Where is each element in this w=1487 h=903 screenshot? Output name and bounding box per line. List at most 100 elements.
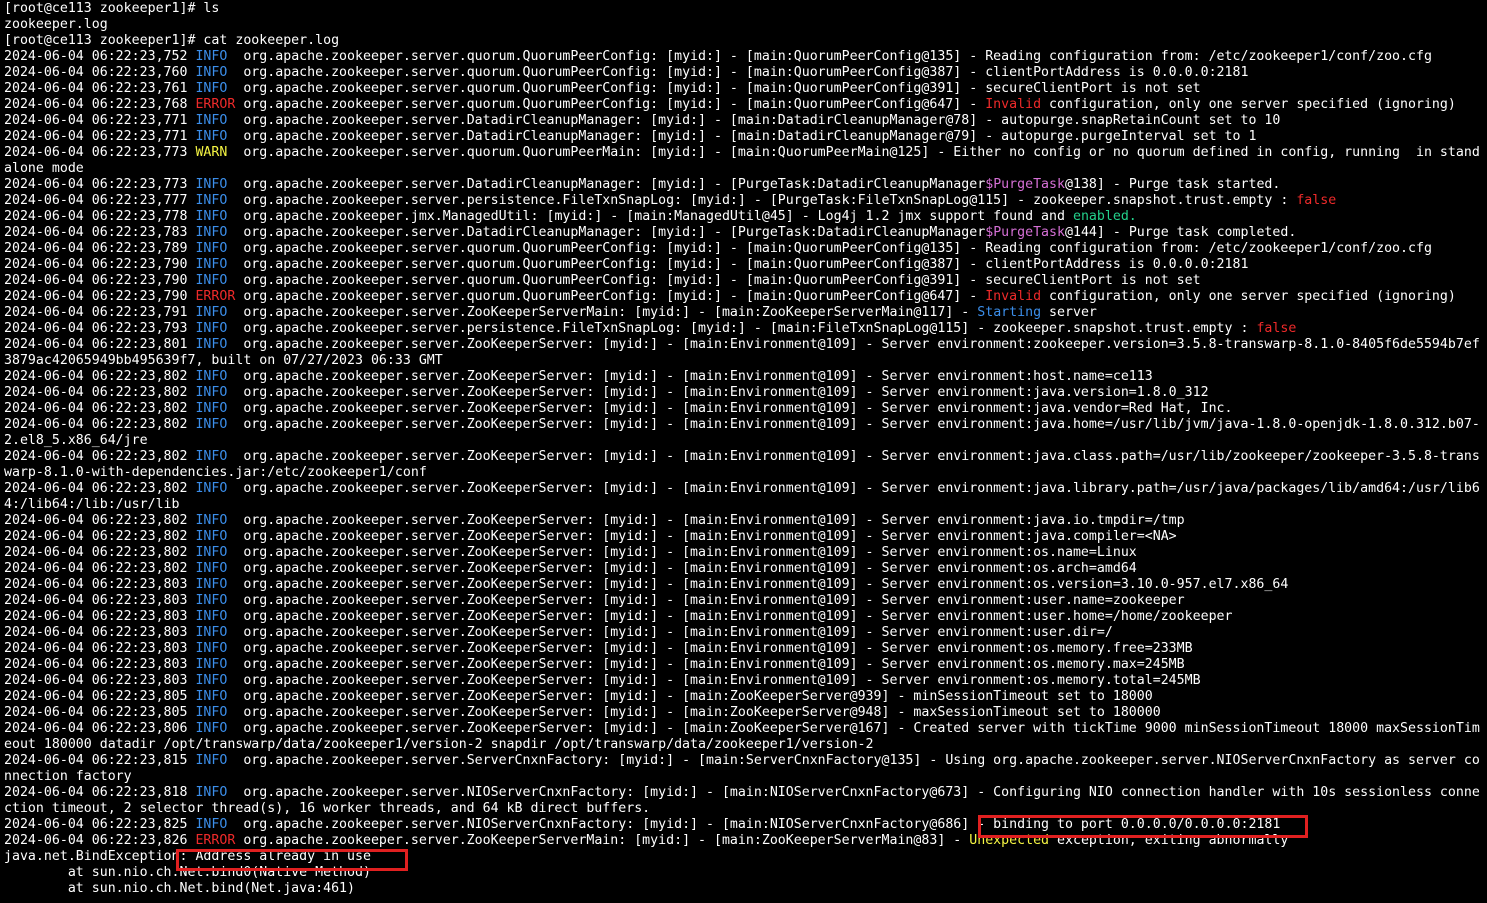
terminal-line: 2024-06-04 06:22:23,773 INFO org.apache.… <box>4 177 1485 193</box>
terminal-line: 2024-06-04 06:22:23,802 INFO org.apache.… <box>4 385 1485 401</box>
terminal-line: 2024-06-04 06:22:23,777 INFO org.apache.… <box>4 193 1485 209</box>
log-token-info: INFO <box>195 481 228 496</box>
log-text: warp-8.1.0-with-dependencies.jar:/etc/zo… <box>4 465 427 480</box>
log-token-error: ERROR <box>195 289 236 304</box>
terminal-line: 2024-06-04 06:22:23,803 INFO org.apache.… <box>4 577 1485 593</box>
log-text: 2024-06-04 06:22:23,825 <box>4 817 196 832</box>
log-text: org.apache.zookeeper.server.ZooKeeperSer… <box>227 689 1153 704</box>
log-text: 2024-06-04 06:22:23,815 <box>4 753 196 768</box>
log-text: 2024-06-04 06:22:23,802 <box>4 417 196 432</box>
terminal-line: 2024-06-04 06:22:23,803 INFO org.apache.… <box>4 641 1485 657</box>
log-token-red: Invalid <box>985 289 1042 304</box>
terminal-line: 2024-06-04 06:22:23,760 INFO org.apache.… <box>4 65 1485 81</box>
log-text: 2024-06-04 06:22:23,803 <box>4 609 196 624</box>
log-token-info: INFO <box>195 257 228 272</box>
log-text: 2024-06-04 06:22:23,777 <box>4 193 196 208</box>
log-text: [root@ce113 zookeeper1]# ls <box>4 1 220 16</box>
log-token-info: INFO <box>195 209 228 224</box>
terminal-line: 2024-06-04 06:22:23,803 INFO org.apache.… <box>4 625 1485 641</box>
log-text: 2024-06-04 06:22:23,806 <box>4 721 196 736</box>
terminal-line: 2024-06-04 06:22:23,790 INFO org.apache.… <box>4 273 1485 289</box>
terminal-line: 3879ac42065949bb495639f7, built on 07/27… <box>4 353 1485 369</box>
terminal-output[interactable]: [root@ce113 zookeeper1]# ls zookeeper.log… <box>4 1 1485 903</box>
terminal-line: eout 180000 datadir /opt/transwarp/data/… <box>4 737 1485 753</box>
log-text: org.apache.zookeeper.server.ZooKeeperSer… <box>227 401 1233 416</box>
log-text: org.apache.zookeeper.server.quorum.Quoru… <box>227 273 1201 288</box>
terminal-line: 2024-06-04 06:22:23,771 INFO org.apache.… <box>4 129 1485 145</box>
log-text: org.apache.zookeeper.server.ZooKeeperSer… <box>227 673 1201 688</box>
log-text: org.apache.zookeeper.server.quorum.Quoru… <box>227 81 1201 96</box>
log-text: 2024-06-04 06:22:23,802 <box>4 449 196 464</box>
log-token-info: INFO <box>195 417 228 432</box>
log-token-magenta: $PurgeTask <box>985 225 1065 240</box>
terminal-line: 2024-06-04 06:22:23,802 INFO org.apache.… <box>4 449 1485 465</box>
terminal-line: [root@ce113 zookeeper1]# ls <box>4 1 1485 17</box>
log-text: @144] - Purge task completed. <box>1065 225 1297 240</box>
log-token-info: INFO <box>195 129 228 144</box>
terminal-line: 2024-06-04 06:22:23,802 INFO org.apache.… <box>4 369 1485 385</box>
log-text: 2024-06-04 06:22:23,761 <box>4 81 196 96</box>
log-token-info: INFO <box>195 513 228 528</box>
log-token-info: INFO <box>195 673 228 688</box>
log-text: org.apache.zookeeper.server.ZooKeeperSer… <box>227 513 1185 528</box>
terminal-line: 2024-06-04 06:22:23,790 ERROR org.apache… <box>4 289 1485 305</box>
log-text: org.apache.zookeeper.server.DatadirClean… <box>227 225 986 240</box>
log-text: 2024-06-04 06:22:23,760 <box>4 65 196 80</box>
log-text: zookeeper.log <box>4 17 108 32</box>
log-token-info: INFO <box>195 593 228 608</box>
log-token-info: INFO <box>195 529 228 544</box>
log-text: 2024-06-04 06:22:23,818 <box>4 785 196 800</box>
log-text: org.apache.zookeeper.server.quorum.Quoru… <box>235 289 986 304</box>
log-text: 2024-06-04 06:22:23,802 <box>4 481 196 496</box>
log-text: org.apache.zookeeper.server.ZooKeeperSer… <box>227 385 1209 400</box>
log-token-yellow: Unexpected <box>969 833 1050 848</box>
log-text: ction timeout, 2 selector thread(s), 16 … <box>4 801 651 816</box>
log-text: 2024-06-04 06:22:23,771 <box>4 113 196 128</box>
log-token-info: INFO <box>195 753 228 768</box>
log-text: 2024-06-04 06:22:23,805 <box>4 689 196 704</box>
terminal-line: 2024-06-04 06:22:23,802 INFO org.apache.… <box>4 513 1485 529</box>
terminal-line: 2024-06-04 06:22:23,771 INFO org.apache.… <box>4 113 1485 129</box>
terminal-line: 2024-06-04 06:22:23,825 INFO org.apache.… <box>4 817 1485 833</box>
log-text: 2024-06-04 06:22:23,803 <box>4 657 196 672</box>
log-text: 2024-06-04 06:22:23,793 <box>4 321 196 336</box>
log-text: @138] - Purge task started. <box>1065 177 1281 192</box>
terminal-line: 2024-06-04 06:22:23,791 INFO org.apache.… <box>4 305 1485 321</box>
log-text: exception, exiting abnormally <box>1049 833 1289 848</box>
terminal-line: 2024-06-04 06:22:23,802 INFO org.apache.… <box>4 401 1485 417</box>
terminal-line: ction timeout, 2 selector thread(s), 16 … <box>4 801 1485 817</box>
log-text: org.apache.zookeeper.server.ZooKeeperSer… <box>227 577 1289 592</box>
log-token-error: ERROR <box>195 97 236 112</box>
log-text: org.apache.zookeeper.server.ZooKeeperSer… <box>227 705 1161 720</box>
log-token-info: INFO <box>195 81 228 96</box>
log-text: 2024-06-04 06:22:23,805 <box>4 705 196 720</box>
log-text: org.apache.zookeeper.server.ZooKeeperSer… <box>227 449 1480 464</box>
log-text: 2024-06-04 06:22:23,802 <box>4 385 196 400</box>
log-text: org.apache.zookeeper.server.ZooKeeperSer… <box>227 721 1480 736</box>
log-text: 2024-06-04 06:22:23,752 <box>4 49 196 64</box>
log-text: 2024-06-04 06:22:23,771 <box>4 129 196 144</box>
log-text: 2024-06-04 06:22:23,803 <box>4 641 196 656</box>
log-text: org.apache.zookeeper.server.persistence.… <box>227 321 1257 336</box>
log-text: 2024-06-04 06:22:23,802 <box>4 545 196 560</box>
log-text: org.apache.zookeeper.server.ZooKeeperSer… <box>227 481 1480 496</box>
log-token-warn: WARN <box>195 145 228 160</box>
log-token-info: INFO <box>195 113 228 128</box>
log-token-info: INFO <box>195 705 228 720</box>
terminal-line: 2024-06-04 06:22:23,793 INFO org.apache.… <box>4 321 1485 337</box>
log-text: 2024-06-04 06:22:23,802 <box>4 401 196 416</box>
log-text: 2024-06-04 06:22:23,826 <box>4 833 196 848</box>
log-token-info: INFO <box>195 177 228 192</box>
log-text: alone mode <box>4 161 84 176</box>
terminal-line: 2024-06-04 06:22:23,801 INFO org.apache.… <box>4 337 1485 353</box>
log-text: org.apache.zookeeper.server.NIOServerCnx… <box>227 785 1480 800</box>
terminal-line: 4:/lib64:/lib:/usr/lib <box>4 497 1485 513</box>
log-text: [root@ce113 zookeeper1]# cat zookeeper.l… <box>4 33 340 48</box>
terminal-line: 2024-06-04 06:22:23,778 INFO org.apache.… <box>4 209 1485 225</box>
log-text: org.apache.zookeeper.server.DatadirClean… <box>227 129 1257 144</box>
log-token-red: Invalid <box>985 97 1042 112</box>
log-token-red: false <box>1256 321 1297 336</box>
log-token-info: INFO <box>195 49 228 64</box>
terminal-line: 2024-06-04 06:22:23,805 INFO org.apache.… <box>4 705 1485 721</box>
log-text: nnection factory <box>4 769 132 784</box>
